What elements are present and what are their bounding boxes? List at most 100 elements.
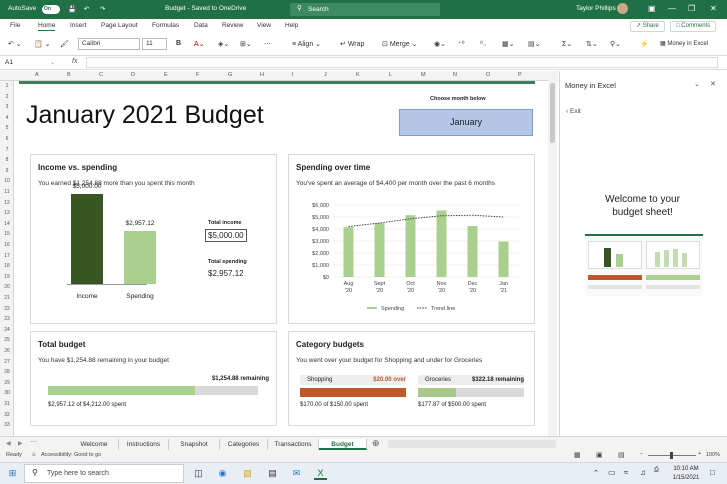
share-button[interactable]: ↗ Share bbox=[630, 21, 665, 32]
column-header-i[interactable]: I bbox=[292, 72, 294, 78]
row-header-10[interactable]: 10 bbox=[0, 178, 14, 184]
name-box[interactable]: A1 bbox=[5, 59, 13, 66]
avatar[interactable] bbox=[617, 3, 628, 14]
find-icon[interactable]: ⚲⌄ bbox=[610, 40, 621, 48]
tab-insert[interactable]: Insert bbox=[70, 22, 86, 29]
ideas-icon[interactable]: ⚡ bbox=[640, 40, 649, 48]
horizontal-scrollbar[interactable] bbox=[388, 440, 556, 448]
wrap-button[interactable]: ↵ Wrap bbox=[340, 40, 364, 48]
tab-overflow-icon[interactable]: ⋯ bbox=[30, 438, 37, 446]
wifi-icon[interactable]: ≈ bbox=[624, 468, 628, 477]
pane-close-icon[interactable]: ✕ bbox=[710, 80, 716, 88]
column-header-j[interactable]: J bbox=[324, 72, 327, 78]
page-break-view-icon[interactable]: ▤ bbox=[618, 451, 625, 459]
search-box[interactable]: Search bbox=[290, 3, 440, 16]
row-header-31[interactable]: 31 bbox=[0, 401, 14, 407]
row-header-23[interactable]: 23 bbox=[0, 316, 14, 322]
store-icon[interactable]: ▤ bbox=[266, 467, 279, 480]
save-icon[interactable]: 💾 bbox=[68, 5, 76, 13]
row-header-29[interactable]: 29 bbox=[0, 380, 14, 386]
document-title[interactable]: Budget - Saved to OneDrive bbox=[165, 5, 246, 12]
row-header-5[interactable]: 5 bbox=[0, 125, 14, 131]
column-header-o[interactable]: O bbox=[486, 72, 490, 78]
column-header-h[interactable]: H bbox=[260, 72, 264, 78]
row-header-15[interactable]: 15 bbox=[0, 231, 14, 237]
tab-formulas[interactable]: Formulas bbox=[152, 22, 179, 29]
add-sheet-icon[interactable]: ⊕ bbox=[372, 438, 380, 449]
tab-instructions[interactable]: Instructions bbox=[119, 439, 169, 450]
exit-link[interactable]: ‹ Exit bbox=[566, 108, 581, 115]
notifications-icon[interactable]: □ bbox=[710, 468, 715, 477]
month-select[interactable]: January bbox=[399, 109, 533, 136]
tab-file[interactable]: File bbox=[10, 22, 20, 29]
tab-review[interactable]: Review bbox=[222, 22, 243, 29]
accessibility-status[interactable]: Accessibility: Good to go bbox=[41, 452, 101, 458]
row-header-33[interactable]: 33 bbox=[0, 422, 14, 428]
volume-icon[interactable]: ♫ bbox=[640, 468, 646, 477]
tab-help[interactable]: Help bbox=[285, 22, 298, 29]
row-header-13[interactable]: 13 bbox=[0, 210, 14, 216]
redo-icon[interactable]: ↷ bbox=[100, 5, 105, 13]
fill-color-icon[interactable]: ◈⌄ bbox=[218, 40, 229, 48]
paste-icon[interactable]: 📋 ⌄ bbox=[34, 40, 51, 48]
row-header-25[interactable]: 25 bbox=[0, 337, 14, 343]
row-header-9[interactable]: 9 bbox=[0, 168, 14, 174]
row-header-18[interactable]: 18 bbox=[0, 263, 14, 269]
font-color-icon[interactable]: A⌄ bbox=[194, 40, 205, 48]
row-header-19[interactable]: 19 bbox=[0, 274, 14, 280]
column-header-a[interactable]: A bbox=[35, 72, 39, 78]
column-header-c[interactable]: C bbox=[99, 72, 103, 78]
autosum-icon[interactable]: Σ⌄ bbox=[562, 40, 572, 48]
clock-time[interactable]: 10:10 AM bbox=[672, 466, 700, 472]
task-view-icon[interactable]: ◫ bbox=[192, 467, 205, 480]
tab-transactions[interactable]: Transactions bbox=[268, 439, 319, 450]
font-name-select[interactable]: Calibri bbox=[78, 38, 140, 50]
file-explorer-icon[interactable]: ▧ bbox=[241, 467, 254, 480]
sort-filter-icon[interactable]: ⇅⌄ bbox=[586, 40, 598, 48]
tab-scroll-right-icon[interactable]: ▶ bbox=[18, 440, 23, 447]
align-button[interactable]: ≡ Align ⌄ bbox=[292, 40, 321, 48]
row-header-3[interactable]: 3 bbox=[0, 104, 14, 110]
increase-decimal-icon[interactable]: ⁺⁰ bbox=[458, 40, 465, 48]
column-header-l[interactable]: L bbox=[389, 72, 392, 78]
pane-options-icon[interactable]: ⌄ bbox=[694, 80, 700, 88]
undo-icon[interactable]: ↶ ⌄ bbox=[8, 40, 22, 48]
row-header-21[interactable]: 21 bbox=[0, 295, 14, 301]
zoom-out-icon[interactable]: − bbox=[640, 451, 643, 457]
row-header-6[interactable]: 6 bbox=[0, 136, 14, 142]
font-size-select[interactable]: 11 bbox=[142, 38, 167, 50]
money-in-excel-button[interactable]: ▦ Money in Excel bbox=[660, 40, 708, 47]
column-header-e[interactable]: E bbox=[164, 72, 168, 78]
tab-data[interactable]: Data bbox=[194, 22, 208, 29]
more-icon[interactable]: ⋯ bbox=[264, 40, 271, 48]
column-header-g[interactable]: G bbox=[228, 72, 232, 78]
total-income-value[interactable]: $5,000.00 bbox=[205, 229, 247, 242]
row-header-22[interactable]: 22 bbox=[0, 306, 14, 312]
zoom-slider[interactable] bbox=[648, 452, 696, 459]
column-header-m[interactable]: M bbox=[421, 72, 426, 78]
row-header-2[interactable]: 2 bbox=[0, 94, 14, 100]
row-header-26[interactable]: 26 bbox=[0, 348, 14, 354]
tab-budget[interactable]: Budget bbox=[319, 439, 367, 450]
row-header-12[interactable]: 12 bbox=[0, 200, 14, 206]
row-header-8[interactable]: 8 bbox=[0, 157, 14, 163]
close-icon[interactable]: ✕ bbox=[710, 4, 717, 13]
row-header-24[interactable]: 24 bbox=[0, 327, 14, 333]
formula-input[interactable] bbox=[86, 57, 718, 68]
vertical-scrollbar[interactable] bbox=[548, 71, 557, 436]
minimize-icon[interactable]: — bbox=[668, 4, 676, 13]
format-painter-icon[interactable]: 🖌 bbox=[60, 40, 69, 48]
battery-icon[interactable]: ▭ bbox=[608, 468, 616, 477]
row-header-30[interactable]: 30 bbox=[0, 390, 14, 396]
row-header-27[interactable]: 27 bbox=[0, 359, 14, 365]
windows-start-icon[interactable]: ⊞ bbox=[6, 467, 19, 480]
column-header-n[interactable]: N bbox=[453, 72, 457, 78]
edge-icon[interactable]: ◉ bbox=[216, 467, 229, 480]
excel-taskbar-icon[interactable]: X bbox=[314, 467, 327, 480]
conditional-format-icon[interactable]: ▦⌄ bbox=[502, 40, 514, 48]
row-header-28[interactable]: 28 bbox=[0, 369, 14, 375]
tab-view[interactable]: View bbox=[257, 22, 271, 29]
clock-date[interactable]: 1/15/2021 bbox=[672, 475, 700, 481]
number-format-icon[interactable]: ◉⌄ bbox=[434, 40, 446, 48]
zoom-in-icon[interactable]: + bbox=[698, 451, 701, 457]
